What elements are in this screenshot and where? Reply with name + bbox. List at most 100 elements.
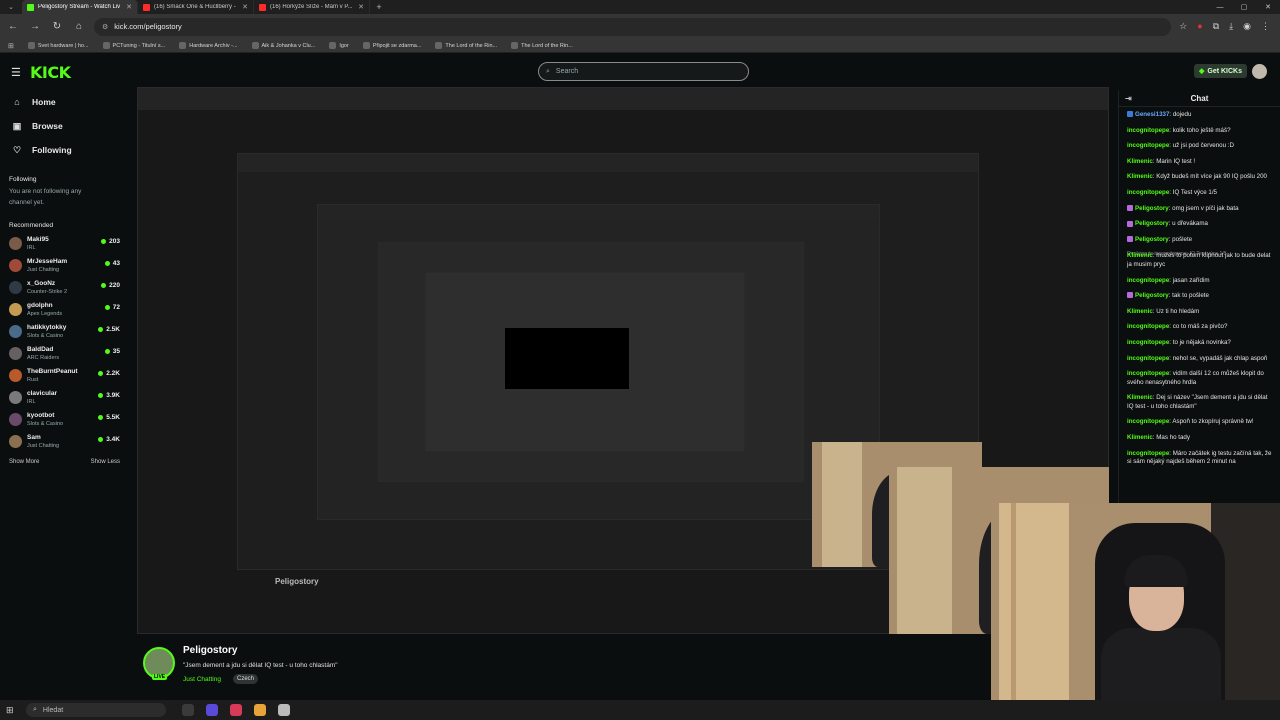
taskbar-app-icon[interactable] bbox=[254, 704, 266, 716]
taskbar-app-icon[interactable] bbox=[206, 704, 218, 716]
browser-menu-icon[interactable]: ⋮ bbox=[1261, 21, 1270, 32]
browser-tab[interactable]: (16) Horkýže Slíže - Mám v P... ✕ bbox=[254, 0, 370, 14]
recommended-channel[interactable]: x_GooNz Counter-Strike 2 220 bbox=[9, 277, 128, 299]
chat-username[interactable]: Klimenic bbox=[1127, 173, 1153, 180]
kick-logo[interactable]: KICK bbox=[30, 63, 71, 82]
sidebar-item-browse[interactable]: ▣ Browse bbox=[0, 114, 128, 138]
recommended-channel[interactable]: clavicular IRL 3.9K bbox=[9, 387, 128, 409]
close-tab-icon[interactable]: ✕ bbox=[126, 3, 132, 11]
chat-username[interactable]: Klimenic bbox=[1127, 308, 1153, 315]
chat-message[interactable]: incognitopepe: nehol se, vypadáš jak chl… bbox=[1127, 355, 1274, 364]
chat-message[interactable]: Klimenic: Mas ho tady bbox=[1127, 434, 1274, 443]
close-tab-icon[interactable]: ✕ bbox=[242, 3, 248, 11]
browser-tab[interactable]: (16) Smack One & Hucllberry - ✕ bbox=[138, 0, 254, 14]
chat-message[interactable]: incognitopepe: to je nějaká novinka? bbox=[1127, 339, 1274, 348]
chat-username[interactable]: incognitopepe bbox=[1127, 450, 1169, 457]
bookmark-item[interactable]: Aik & Johanka v Clu... bbox=[251, 42, 315, 49]
recommended-channel[interactable]: Sam Just Chatting 3.4K bbox=[9, 431, 128, 453]
chat-username[interactable]: incognitopepe bbox=[1127, 339, 1169, 346]
chat-username[interactable]: incognitopepe bbox=[1127, 323, 1169, 330]
profile-icon[interactable]: ◉ bbox=[1243, 21, 1251, 32]
bookmark-item[interactable]: The Lord of the Rin... bbox=[435, 42, 497, 49]
bookmark-item[interactable]: The Lord of the Rin... bbox=[511, 42, 573, 49]
maximize-icon[interactable]: ▢ bbox=[1232, 0, 1256, 14]
chat-username[interactable]: incognitopepe bbox=[1127, 189, 1169, 196]
chat-username[interactable]: incognitopepe bbox=[1127, 277, 1169, 284]
chat-message[interactable]: Klimenic: Marin IQ test ! bbox=[1127, 158, 1274, 167]
chat-username[interactable]: Klimenic bbox=[1127, 158, 1153, 165]
chat-username[interactable]: incognitopepe bbox=[1127, 355, 1169, 362]
show-more-button[interactable]: Show More bbox=[9, 459, 39, 465]
chat-message[interactable]: Klimenic: muzes to potom klipnout jak to… bbox=[1127, 252, 1274, 269]
chat-username[interactable]: incognitopepe bbox=[1127, 127, 1169, 134]
bookmark-item[interactable]: Svet hardware | ho... bbox=[27, 42, 89, 49]
browser-tab[interactable]: Peligostory Stream - Watch Liv ✕ bbox=[22, 0, 138, 14]
bookmark-item[interactable]: Připojit se zdarma... bbox=[362, 42, 421, 49]
recommended-channel[interactable]: BaldDad ARC Raiders 35 bbox=[9, 343, 128, 365]
taskbar-app-icon[interactable] bbox=[230, 704, 242, 716]
chat-message[interactable]: Genesi1337: dojedu bbox=[1127, 111, 1274, 120]
search-input[interactable]: ⌕ Search bbox=[538, 62, 749, 81]
recommended-channel[interactable]: MrJesseHam Just Chatting 43 bbox=[9, 255, 128, 277]
download-icon[interactable]: ⤓ bbox=[1229, 21, 1233, 32]
recommended-channel[interactable]: Maki95 IRL 203 bbox=[9, 233, 128, 255]
new-tab-button[interactable]: + bbox=[370, 0, 388, 14]
forward-icon[interactable]: → bbox=[28, 21, 42, 32]
streamer-name[interactable]: Peligostory bbox=[183, 645, 237, 656]
chat-message[interactable]: Peligostory: omg jsem v píči jak bata bbox=[1127, 205, 1274, 214]
chat-message[interactable]: Peligostory: pošlete bbox=[1127, 236, 1274, 245]
language-tag[interactable]: Czech bbox=[233, 674, 259, 684]
chat-message[interactable]: incognitopepe: kolik toho ještě máš? bbox=[1127, 127, 1274, 136]
user-avatar[interactable] bbox=[1252, 64, 1267, 79]
chat-username[interactable]: Klimenic bbox=[1127, 394, 1153, 401]
chat-message[interactable]: incognitopepe: vidím další 12 co můžeš k… bbox=[1127, 370, 1274, 387]
bookmark-item[interactable]: Igor bbox=[329, 42, 349, 49]
stream-category[interactable]: Just Chatting bbox=[183, 676, 221, 683]
chat-message[interactable]: incognitopepe: už jsi pod červenou :D bbox=[1127, 142, 1274, 151]
chat-username[interactable]: Klimenic bbox=[1127, 252, 1153, 259]
chat-message[interactable]: Peligostory: tak to pošlete bbox=[1127, 292, 1274, 301]
chat-username[interactable]: Peligostory bbox=[1135, 292, 1169, 299]
chat-username[interactable]: incognitopepe bbox=[1127, 142, 1169, 149]
back-icon[interactable]: ← bbox=[6, 21, 20, 32]
show-less-button[interactable]: Show Less bbox=[91, 459, 120, 465]
recommended-channel[interactable]: hatikkytokky Slots & Casino 2.5K bbox=[9, 321, 128, 343]
recommended-channel[interactable]: TheBurntPeanut Rust 2.2K bbox=[9, 365, 128, 387]
apps-grid-icon[interactable]: ⊞ bbox=[8, 42, 14, 50]
url-field[interactable]: ⚙ kick.com/peligostory bbox=[94, 17, 1172, 36]
chat-message[interactable]: incognitopepe: IQ Test výce 1/5 bbox=[1127, 189, 1274, 198]
close-tab-icon[interactable]: ✕ bbox=[358, 3, 364, 11]
taskbar-app-icon[interactable] bbox=[182, 704, 194, 716]
bookmark-star-icon[interactable]: ☆ bbox=[1179, 21, 1187, 32]
bookmark-item[interactable]: PCTuning - Titulní s... bbox=[102, 42, 165, 49]
extensions-puzzle-icon[interactable]: ⧉ bbox=[1213, 21, 1219, 32]
chat-username[interactable]: Peligostory bbox=[1135, 205, 1169, 212]
chat-message[interactable]: incognitopepe: jasan zařídim bbox=[1127, 277, 1274, 286]
video-player[interactable]: Peligostory bbox=[137, 87, 1109, 634]
chat-username[interactable]: Peligostory bbox=[1135, 236, 1169, 243]
sidebar-item-following[interactable]: ♡ Following bbox=[0, 138, 128, 162]
taskbar-app-icon[interactable] bbox=[278, 704, 290, 716]
chat-message[interactable]: Klimenic: Když budeš mít více jak 90 IQ … bbox=[1127, 173, 1274, 182]
chat-message[interactable]: incognitopepe: co to máš za pivčo? bbox=[1127, 323, 1274, 332]
collapse-chat-icon[interactable]: ⇥ bbox=[1125, 94, 1132, 103]
extension-icon[interactable]: ● bbox=[1197, 21, 1202, 32]
chat-username[interactable]: Peligostory bbox=[1135, 220, 1169, 227]
chat-username[interactable]: incognitopepe bbox=[1127, 370, 1169, 377]
reload-icon[interactable]: ↻ bbox=[50, 21, 64, 32]
chat-username[interactable]: incognitopepe bbox=[1127, 418, 1169, 425]
chat-message[interactable]: Klimenic: Uz ti ho hledám bbox=[1127, 308, 1274, 317]
bookmark-item[interactable]: Hardware Archiv -... bbox=[179, 42, 238, 49]
windows-start-icon[interactable]: ⊞ bbox=[6, 705, 18, 716]
sidebar-item-home[interactable]: ⌂ Home bbox=[0, 90, 128, 114]
minimize-icon[interactable]: — bbox=[1208, 0, 1232, 14]
recommended-channel[interactable]: kyootbot Slots & Casino 5.5K bbox=[9, 409, 128, 431]
chat-message[interactable]: Peligostory: u dřevákama bbox=[1127, 220, 1274, 229]
chat-message[interactable]: incognitopepe: Aspoň to zkopíruj správně… bbox=[1127, 418, 1274, 427]
chat-username[interactable]: Genesi1337 bbox=[1135, 111, 1169, 118]
menu-icon[interactable]: ☰ bbox=[11, 66, 21, 79]
site-info-icon[interactable]: ⚙ bbox=[102, 23, 108, 31]
tab-search-icon[interactable]: ⌄ bbox=[0, 0, 22, 14]
chat-message[interactable]: Klimenic: Dej si název "Jsem dement a jd… bbox=[1127, 394, 1274, 411]
taskbar-search[interactable]: ⌕ Hledat bbox=[26, 703, 166, 717]
